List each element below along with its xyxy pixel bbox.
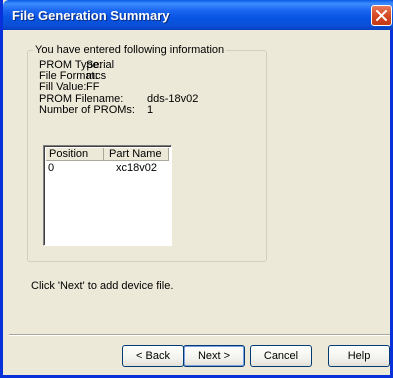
- next-button[interactable]: Next >: [183, 345, 245, 367]
- cell-position: 0: [48, 162, 55, 174]
- fill-value-value: FF: [86, 81, 100, 93]
- cell-part-name: xc18v02: [116, 162, 157, 174]
- number-of-proms-value: 1: [147, 104, 154, 116]
- separator-light: [9, 335, 390, 336]
- close-icon: [376, 10, 387, 21]
- prom-filename-value: dds-18v02: [147, 93, 199, 105]
- dialog-window: File Generation Summary You have entered…: [0, 0, 393, 378]
- fill-value-label: Fill Value:: [39, 81, 87, 93]
- title-bar[interactable]: File Generation Summary: [3, 0, 393, 30]
- column-header-part-name[interactable]: Part Name: [104, 148, 169, 161]
- summary-legend: You have entered following information: [33, 44, 227, 56]
- column-header-position[interactable]: Position: [46, 148, 104, 161]
- number-of-proms-label: Number of PROMs:: [39, 104, 135, 116]
- prom-list[interactable]: Position Part Name 0 xc18v02: [43, 145, 172, 246]
- cancel-button[interactable]: Cancel: [250, 345, 312, 367]
- window-title: File Generation Summary: [12, 8, 170, 23]
- help-button[interactable]: Help: [328, 345, 390, 367]
- back-button[interactable]: < Back: [122, 345, 184, 367]
- instruction-text: Click 'Next' to add device file.: [31, 280, 174, 292]
- close-button[interactable]: [371, 5, 392, 26]
